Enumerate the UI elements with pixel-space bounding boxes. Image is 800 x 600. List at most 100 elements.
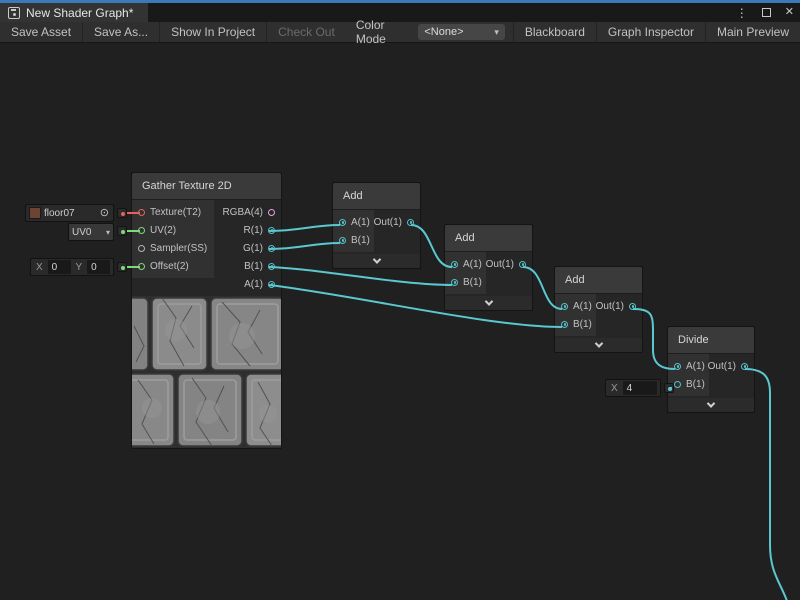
node-title[interactable]: Divide <box>668 327 754 354</box>
output-row-r: R(1) <box>214 221 281 239</box>
port-texture-t2[interactable] <box>138 209 145 216</box>
port-label-out: Out(1) <box>374 217 402 228</box>
node-add-1[interactable]: Add A(1) B(1) Out(1) <box>332 182 421 269</box>
node-collapse-bar[interactable] <box>668 398 754 412</box>
port-add2-out[interactable] <box>519 261 526 268</box>
dropdown-arrow-icon: ▾ <box>106 228 110 237</box>
chevron-down-icon <box>594 339 602 347</box>
output-row-out: Out(1) <box>374 213 420 231</box>
output-row-out: Out(1) <box>486 255 532 273</box>
offset-x-input[interactable]: 0 <box>48 260 71 274</box>
port-divide-a[interactable] <box>674 363 681 370</box>
port-uv2[interactable] <box>138 227 145 234</box>
object-picker-icon[interactable]: ⊙ <box>100 208 110 219</box>
port-add2-a[interactable] <box>451 261 458 268</box>
blackboard-toggle-button[interactable]: Blackboard <box>513 22 596 42</box>
maximize-icon[interactable] <box>762 8 771 17</box>
port-rgba4[interactable] <box>268 209 275 216</box>
port-r1[interactable] <box>268 227 275 234</box>
port-label-a: A(1) <box>686 361 705 372</box>
output-row-a: A(1) <box>214 275 281 293</box>
save-asset-button[interactable]: Save Asset <box>0 22 83 42</box>
offset-y-input[interactable]: 0 <box>87 260 110 274</box>
menu-kebab-icon[interactable]: ⋮ <box>736 7 748 19</box>
port-label-r: R(1) <box>244 225 263 236</box>
node-collapse-bar[interactable] <box>333 254 420 268</box>
node-add-2[interactable]: Add A(1) B(1) Out(1) <box>444 224 533 311</box>
divide-b-float-field[interactable]: X 4 <box>605 379 661 397</box>
divide-b-input[interactable]: 4 <box>623 381 657 395</box>
port-label-b: B(1) <box>463 277 482 288</box>
offset-vector2-field[interactable]: X 0 Y 0 <box>30 258 114 276</box>
input-row-a: A(1) <box>333 213 374 231</box>
node-collapse-bar[interactable] <box>555 338 642 352</box>
node-title[interactable]: Add <box>555 267 642 294</box>
input-row-a: A(1) <box>445 255 486 273</box>
input-row-b: B(1) <box>555 315 596 333</box>
y-label: Y <box>74 262 85 273</box>
chevron-down-icon <box>484 297 492 305</box>
shader-graph-window: New Shader Graph* ⋮ ✕ Save Asset Save As… <box>0 0 800 600</box>
node-collapse-bar[interactable] <box>445 296 532 310</box>
color-mode-label: Color Mode <box>346 18 419 46</box>
output-row-b: B(1) <box>214 257 281 275</box>
node-gather-texture-2d[interactable]: Gather Texture 2D Texture(T2) UV(2) Samp… <box>131 172 282 449</box>
port-label-b: B(1) <box>244 261 263 272</box>
show-in-project-button[interactable]: Show In Project <box>160 22 267 42</box>
color-mode-value: <None> <box>424 26 463 38</box>
input-row-a: A(1) <box>555 297 596 315</box>
port-stub-divide-b[interactable] <box>664 383 674 393</box>
port-stub-texture[interactable] <box>117 208 127 218</box>
port-sampler-ss[interactable] <box>138 245 145 252</box>
port-add3-b[interactable] <box>561 321 568 328</box>
texture-preview <box>132 296 281 448</box>
toolbar: Save Asset Save As... Show In Project Ch… <box>0 22 800 43</box>
port-stub-uv[interactable] <box>117 226 127 236</box>
port-stub-offset[interactable] <box>117 262 127 272</box>
tab-new-shader-graph[interactable]: New Shader Graph* <box>0 3 148 22</box>
node-title[interactable]: Add <box>333 183 420 210</box>
port-add1-a[interactable] <box>339 219 346 226</box>
port-b1[interactable] <box>268 263 275 270</box>
port-label-sampler: Sampler(SS) <box>150 243 207 254</box>
main-preview-toggle-button[interactable]: Main Preview <box>705 22 800 42</box>
check-out-button: Check Out <box>267 22 346 42</box>
port-add3-a[interactable] <box>561 303 568 310</box>
port-label-b: B(1) <box>351 235 370 246</box>
texture-object-field[interactable]: floor07 ⊙ <box>25 204 114 222</box>
node-add-3[interactable]: Add A(1) B(1) Out(1) <box>554 266 643 353</box>
port-add1-out[interactable] <box>407 219 414 226</box>
port-label-uv: UV(2) <box>150 225 176 236</box>
port-add2-b[interactable] <box>451 279 458 286</box>
port-add3-out[interactable] <box>629 303 636 310</box>
close-icon[interactable]: ✕ <box>785 7 794 18</box>
wire-b-to-add2-b[interactable] <box>269 267 452 285</box>
port-g1[interactable] <box>268 245 275 252</box>
port-add1-b[interactable] <box>339 237 346 244</box>
graph-inspector-toggle-button[interactable]: Graph Inspector <box>596 22 705 42</box>
input-row-offset: Offset(2) <box>132 257 214 275</box>
node-title[interactable]: Gather Texture 2D <box>132 173 281 200</box>
uv-channel-dropdown[interactable]: UV0 ▾ <box>68 223 114 241</box>
port-label-b: B(1) <box>686 379 705 390</box>
port-label-b: B(1) <box>573 319 592 330</box>
color-mode-group: Color Mode <None> ▾ <box>346 22 513 42</box>
port-offset2[interactable] <box>138 263 145 270</box>
node-divide[interactable]: Divide A(1) B(1) Out(1) <box>667 326 755 413</box>
window-controls: ⋮ ✕ <box>736 3 794 22</box>
node-title[interactable]: Add <box>445 225 532 252</box>
port-divide-out[interactable] <box>741 363 748 370</box>
save-as-button[interactable]: Save As... <box>83 22 160 42</box>
texture-thumbnail <box>29 207 41 219</box>
port-label-a: A(1) <box>463 259 482 270</box>
port-divide-b[interactable] <box>674 381 681 388</box>
port-a1[interactable] <box>268 281 275 288</box>
output-row-out: Out(1) <box>709 357 754 375</box>
texture-name: floor07 <box>44 208 75 219</box>
input-row-b: B(1) <box>668 375 709 393</box>
toolbar-right-group: Blackboard Graph Inspector Main Preview <box>513 22 800 42</box>
port-label-a: A(1) <box>351 217 370 228</box>
port-label-offset: Offset(2) <box>150 261 189 272</box>
port-label-a: A(1) <box>244 279 263 290</box>
color-mode-dropdown[interactable]: <None> ▾ <box>418 24 505 40</box>
